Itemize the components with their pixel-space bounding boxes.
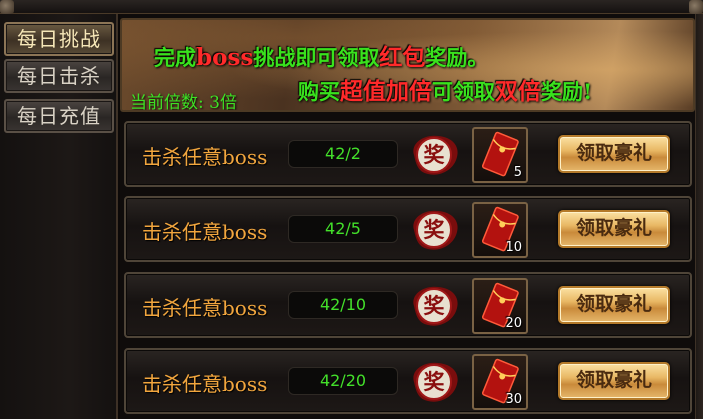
task-progress: 42/20 <box>288 367 398 395</box>
task-row: 击杀任意boss 42/5 奖 10 领取豪礼 <box>124 196 692 262</box>
reward-item-slot[interactable]: 30 <box>472 354 528 410</box>
task-label: 击杀任意boss <box>142 372 268 396</box>
claim-reward-button[interactable]: 领取豪礼 <box>558 210 670 248</box>
reward-item-slot[interactable]: 5 <box>472 127 528 183</box>
frame-corner-knob-left <box>0 0 14 14</box>
task-label: 击杀任意boss <box>142 220 268 244</box>
task-progress: 42/5 <box>288 215 398 243</box>
reward-count: 30 <box>505 392 522 407</box>
tab-daily-recharge[interactable]: 每日充值 <box>4 99 114 133</box>
main-panel: 完成boss挑战即可领取红包奖励。 购买超值加倍可领取双倍奖励! 当前倍数: 3… <box>120 14 703 419</box>
claim-reward-button[interactable]: 领取豪礼 <box>558 286 670 324</box>
reward-count: 20 <box>505 316 522 331</box>
frame-corner-knob-right <box>689 0 703 14</box>
multiplier-value: 3倍 <box>209 93 237 112</box>
task-row: 击杀任意boss 42/20 奖 30 领取豪礼 <box>124 348 692 414</box>
window-top-frame <box>0 0 703 14</box>
claim-reward-button[interactable]: 领取豪礼 <box>558 362 670 400</box>
task-progress: 42/2 <box>288 140 398 168</box>
multiplier-label: 当前倍数: <box>130 93 204 112</box>
banner-line-1: 完成boss挑战即可领取红包奖励。 <box>154 44 489 71</box>
task-row: 击杀任意boss 42/2 奖 5 领取豪礼 <box>124 121 692 187</box>
tab-daily-challenge[interactable]: 每日挑战 <box>4 22 114 56</box>
reward-count: 10 <box>505 240 522 255</box>
reward-badge-icon: 奖 <box>413 210 458 250</box>
svg-text:奖: 奖 <box>424 217 446 242</box>
banner-line-2: 购买超值加倍可领取双倍奖励! <box>298 78 593 105</box>
task-row: 击杀任意boss 42/10 奖 20 领取豪礼 <box>124 272 692 338</box>
current-multiplier: 当前倍数: 3倍 <box>130 88 237 112</box>
reward-item-slot[interactable]: 10 <box>472 202 528 258</box>
svg-text:奖: 奖 <box>424 293 446 318</box>
task-label: 击杀任意boss <box>142 145 268 169</box>
reward-badge-icon: 奖 <box>413 135 458 175</box>
reward-count: 5 <box>513 165 522 180</box>
svg-text:奖: 奖 <box>424 369 446 394</box>
reward-item-slot[interactable]: 20 <box>472 278 528 334</box>
reward-badge-icon: 奖 <box>413 362 458 402</box>
window-right-frame <box>695 14 703 419</box>
sidebar: 每日挑战 每日击杀 每日充值 <box>0 14 118 419</box>
promo-banner: 完成boss挑战即可领取红包奖励。 购买超值加倍可领取双倍奖励! 当前倍数: 3… <box>120 18 695 112</box>
reward-badge-icon: 奖 <box>413 286 458 326</box>
task-progress: 42/10 <box>288 291 398 319</box>
tab-daily-kill[interactable]: 每日击杀 <box>4 59 114 93</box>
task-label: 击杀任意boss <box>142 296 268 320</box>
claim-reward-button[interactable]: 领取豪礼 <box>558 135 670 173</box>
svg-text:奖: 奖 <box>424 142 446 167</box>
